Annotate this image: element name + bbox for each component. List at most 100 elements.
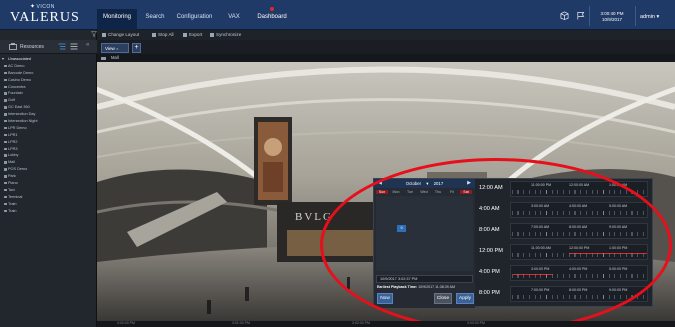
camera-item[interactable]: Taxi [0,187,97,194]
time-slider[interactable]: 7:00:00 AM 8:00:00 AM 9:00:00 AM [510,223,648,239]
brand-name: VALERUS [10,10,80,25]
tab-monitoring[interactable]: Monitoring [97,9,137,30]
camera-item[interactable]: Terminal [0,194,97,201]
flag-icon[interactable] [576,11,585,20]
calendar-month[interactable]: October [406,181,421,186]
selected-day[interactable]: 9 [397,225,406,232]
tick-marks [512,211,646,215]
tab-search[interactable]: Search [140,9,170,30]
tab-view-label: View [105,46,115,51]
camera-item[interactable]: Casino Demo [0,77,97,84]
camera-label: Mall [8,160,15,165]
weekday-mon: Mon [392,190,400,194]
notification-badge [270,7,274,11]
now-button[interactable]: Now [377,293,393,304]
camera-label: POS Demo [8,167,28,172]
camera-item[interactable]: Train [0,208,97,215]
camera-icon [4,161,7,164]
camera-item[interactable]: LPR1 [0,132,97,139]
change-layout-button[interactable]: Change Layout [102,32,139,37]
camera-title: Mall [111,55,119,60]
time-row[interactable]: 12:00 PM 11:00:00 AM 12:00:00 PM 1:00:00… [476,242,654,262]
camera-item[interactable]: LPR2 [0,139,97,146]
tick-label: 1:00:00 PM [609,246,628,250]
camera-item[interactable]: LPR Demo [0,125,97,132]
tick-label: 5:00:00 AM [609,204,628,208]
tree-group[interactable]: Unassociated [0,56,97,63]
user-menu[interactable]: admin ▾ [640,14,659,20]
camera-tree: Unassociated AC Demo Barcode Demo Casino… [0,56,97,214]
camera-label: Piano [8,181,18,186]
camera-icon [4,64,7,68]
camera-label: LPR3 [8,146,18,151]
stop-all-button[interactable]: Stop All [152,32,174,37]
calendar-panel: ◀ October ▾ 2017 ▶ Sun Mon Tue Wed Thu F… [374,179,475,308]
time-row[interactable]: 4:00 PM 3:00:00 PM 4:00:00 PM 5:00:00 PM [476,263,654,283]
camera-item[interactable]: Concentra [0,84,97,91]
view-tabs: View × + [97,40,675,54]
apply-button[interactable]: Apply [456,293,474,304]
time-slider[interactable]: 7:00:00 PM 8:00:00 PM 9:00:00 PM [510,286,648,302]
camera-label: Lobby [8,153,19,158]
collapse-sidebar-icon[interactable]: « [86,42,89,48]
export-button[interactable]: Export [183,32,202,37]
sync-icon [210,33,214,37]
camera-icon [4,126,7,130]
camera-item[interactable]: Train [0,201,97,208]
camera-label: Intersection Night [8,119,38,124]
camera-icon [4,71,7,75]
synchronize-button[interactable]: Synchronize [210,32,241,37]
camera-item[interactable]: Mall [0,159,97,166]
tab-vax[interactable]: VAX [222,9,246,30]
camera-item[interactable]: Intersection Day [0,111,97,118]
tick-label: 4:00:00 AM [569,204,588,208]
camera-item[interactable]: LPR3 [0,146,97,153]
camera-item[interactable]: Piano [0,180,97,187]
time-slider[interactable]: 11:00:00 PM 12:00:00 AM 1:00:00 AM [510,181,648,197]
camera-item[interactable]: Park [0,173,97,180]
camera-item[interactable]: GC East 360 [0,104,97,111]
time-row[interactable]: 8:00 AM 7:00:00 AM 8:00:00 AM 9:00:00 AM [476,221,654,241]
time-row[interactable]: 4:00 AM 3:00:00 AM 4:00:00 AM 5:00:00 AM [476,200,654,220]
tick-marks [512,232,646,236]
camera-item[interactable]: Fountain [0,90,97,97]
view-toolbar: Change Layout Stop All Export Synchroniz… [97,30,675,40]
playback-timeline[interactable]: 3:00:00 PM 3:01:00 PM 3:02:00 PM 3:03:00… [97,321,675,327]
layout-icon [102,33,106,37]
camera-item[interactable]: Intersection Night [0,118,97,125]
time-slider[interactable]: 3:00:00 AM 4:00:00 AM 5:00:00 AM [510,202,648,218]
time-row[interactable]: 12:00 AM 11:00:00 PM 12:00:00 AM 1:00:00… [476,179,654,199]
camera-icon [4,113,7,116]
list-view-icon[interactable] [70,43,78,50]
prev-month-icon[interactable]: ◀ [378,181,382,186]
camera-item[interactable]: Lobby [0,152,97,159]
camera-icon [4,209,7,212]
calendar-grid[interactable] [376,196,473,271]
tab-configuration[interactable]: Configuration [172,9,217,30]
date-time-input[interactable]: 10/9/2017 3:02:37 PM [376,275,473,283]
camera-icon [4,120,7,123]
close-tab-icon[interactable]: × [116,46,118,51]
camera-icon [4,188,7,192]
camera-label: Train [8,208,17,213]
earliest-label: Earliest Playback Time: [377,285,418,289]
close-button[interactable]: Close [434,293,452,304]
top-bar: ✦VICON VALERUS Monitoring Search Configu… [0,0,675,30]
camera-icon [4,168,7,171]
time-row[interactable]: 8:00 PM 7:00:00 PM 8:00:00 PM 9:00:00 PM [476,284,654,304]
camera-label: LPR Demo [8,125,27,130]
box-icon[interactable] [560,11,569,20]
camera-item[interactable]: Barcode Demo [0,70,97,77]
add-view-button[interactable]: + [132,43,141,53]
next-month-icon[interactable]: ▶ [467,181,471,186]
tree-view-icon[interactable] [58,43,66,50]
camera-item[interactable]: AC Demo [0,63,97,70]
time-slider[interactable]: 11:00:00 AM 12:00:00 PM 1:00:00 PM [510,244,648,260]
divider [635,6,636,26]
tab-dashboard[interactable]: Dashboard [252,7,292,30]
tab-view[interactable]: View × [101,43,129,53]
calendar-year[interactable]: 2017 [434,181,444,186]
camera-item[interactable]: POS Demo [0,166,97,173]
camera-item[interactable]: Golf [0,97,97,104]
time-slider[interactable]: 3:00:00 PM 4:00:00 PM 5:00:00 PM [510,265,648,281]
